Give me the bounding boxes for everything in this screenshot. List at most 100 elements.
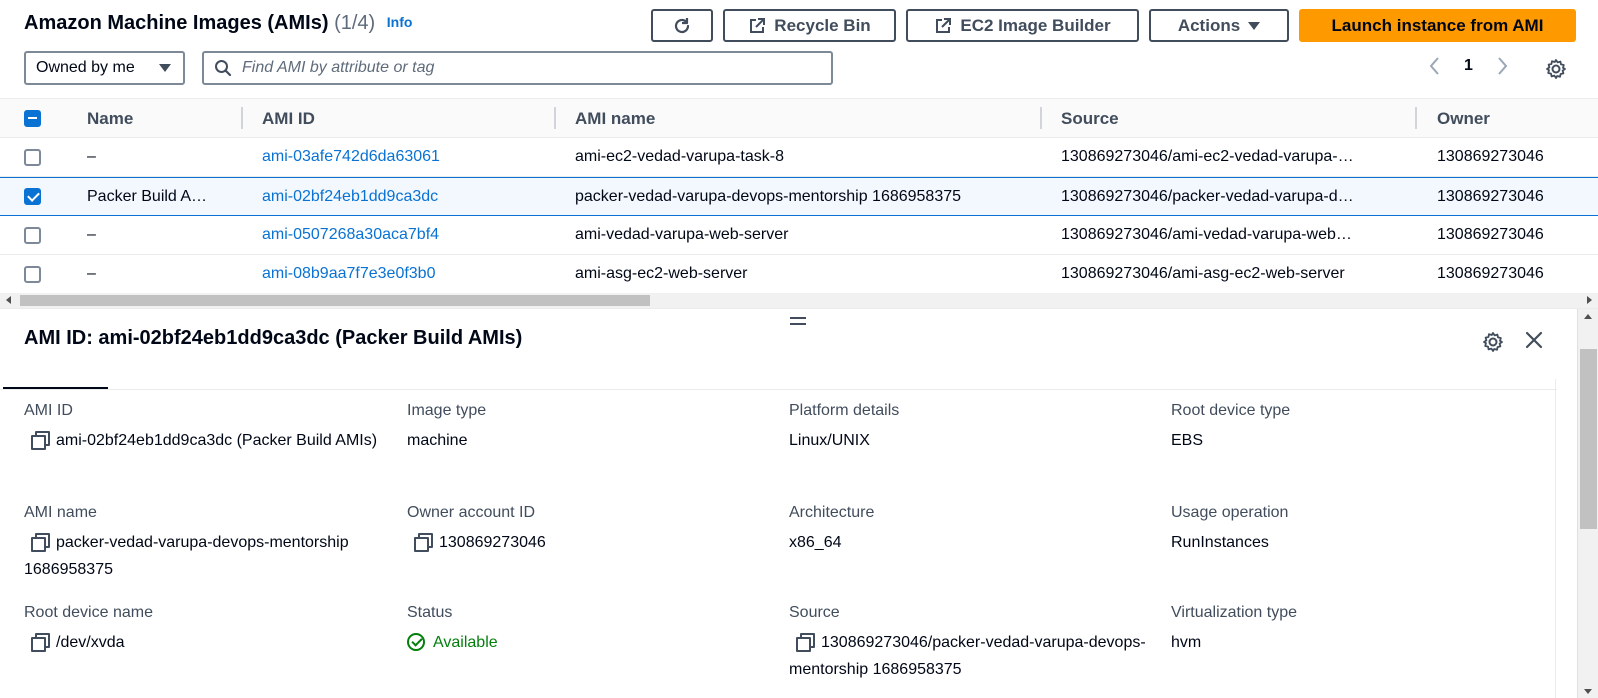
divider: [1555, 379, 1556, 698]
cell-owner: 130869273046: [1437, 148, 1544, 165]
owner-filter-select[interactable]: Owned by me: [24, 51, 185, 85]
launch-instance-button[interactable]: Launch instance from AMI: [1299, 9, 1576, 42]
table-row[interactable]: – ami-03afe742d6da63061 ami-ec2-vedad-va…: [0, 138, 1598, 177]
ec2-image-builder-button[interactable]: EC2 Image Builder: [906, 9, 1139, 42]
field-usage-operation: Usage operation RunInstances: [1171, 503, 1531, 556]
caret-down-icon: [159, 64, 171, 72]
field-value: /dev/xvda: [24, 629, 384, 656]
field-value: x86_64: [789, 534, 842, 551]
horizontal-scrollbar[interactable]: [0, 293, 1598, 308]
column-resizer[interactable]: [241, 107, 243, 129]
cell-source: 130869273046/ami-ec2-vedad-varupa-…: [1061, 148, 1354, 165]
field-value-text: packer-vedad-varupa-devops-mentorship 16…: [24, 534, 349, 578]
scrollbar-thumb[interactable]: [20, 295, 650, 306]
cell-source: 130869273046/ami-vedad-varupa-web…: [1061, 226, 1352, 243]
info-link[interactable]: Info: [387, 14, 413, 30]
column-label: AMI name: [575, 108, 656, 128]
current-page[interactable]: 1: [1464, 57, 1473, 75]
column-header-ami-id[interactable]: AMI ID: [262, 99, 315, 138]
gear-icon[interactable]: [1482, 331, 1504, 353]
cell-ami-id-link[interactable]: ami-08b9aa7f7e3e0f3b0: [262, 255, 547, 293]
cell-source: 130869273046/ami-asg-ec2-web-server: [1061, 265, 1345, 282]
search-icon: [215, 60, 232, 77]
field-root-device-name: Root device name /dev/xvda: [24, 603, 384, 656]
select-all-checkbox[interactable]: [24, 110, 41, 127]
search-placeholder: Find AMI by attribute or tag: [242, 59, 435, 76]
field-value: ami-02bf24eb1dd9ca3dc (Packer Build AMIs…: [24, 427, 384, 454]
row-checkbox[interactable]: [24, 188, 41, 205]
row-checkbox[interactable]: [24, 227, 41, 244]
column-resizer[interactable]: [1040, 107, 1042, 129]
table-row[interactable]: – ami-08b9aa7f7e3e0f3b0 ami-asg-ec2-web-…: [0, 255, 1598, 294]
column-header-owner[interactable]: Owner: [1437, 99, 1490, 138]
chevron-left-icon[interactable]: [1428, 56, 1442, 76]
cell-name: –: [87, 148, 96, 165]
scrollbar-thumb[interactable]: [1580, 349, 1597, 529]
cell-ami-name: ami-vedad-varupa-web-server: [575, 226, 789, 243]
search-input[interactable]: Find AMI by attribute or tag: [202, 51, 833, 85]
field-label: Image type: [407, 402, 487, 419]
cell-name: Packer Build A…: [87, 188, 208, 205]
actions-label: Actions: [1177, 15, 1241, 35]
field-ami-id: AMI ID ami-02bf24eb1dd9ca3dc (Packer Bui…: [24, 401, 384, 454]
details-title: AMI ID: ami-02bf24eb1dd9ca3dc (Packer Bu…: [24, 327, 523, 349]
field-image-type: Image type machine: [407, 401, 767, 454]
recycle-bin-button[interactable]: Recycle Bin: [723, 9, 896, 42]
scroll-up-arrow-icon[interactable]: [1584, 314, 1592, 319]
field-value: Linux/UNIX: [789, 432, 870, 449]
copy-icon[interactable]: [30, 532, 50, 552]
cell-ami-id-link[interactable]: ami-0507268a30aca7bf4: [262, 216, 547, 254]
column-header-source[interactable]: Source: [1061, 99, 1119, 138]
column-resizer[interactable]: [554, 107, 556, 129]
cell-owner: 130869273046: [1437, 226, 1544, 243]
cell-ami-id-link[interactable]: ami-03afe742d6da63061: [262, 138, 547, 176]
field-value-text: /dev/xvda: [56, 634, 125, 651]
close-icon[interactable]: [1524, 330, 1544, 350]
scroll-left-arrow-icon[interactable]: [6, 296, 11, 304]
field-architecture: Architecture x86_64: [789, 503, 1149, 556]
scroll-down-arrow-icon[interactable]: [1584, 689, 1592, 694]
column-header-ami-name[interactable]: AMI name: [575, 99, 655, 138]
cell-ami-name: ami-ec2-vedad-varupa-task-8: [575, 148, 784, 165]
refresh-button[interactable]: [651, 9, 713, 42]
page-title-text: Amazon Machine Images (AMIs): [24, 12, 329, 34]
vertical-scrollbar[interactable]: [1577, 309, 1598, 698]
cell-owner: 130869273046: [1437, 265, 1544, 282]
field-label: Virtualization type: [1171, 604, 1297, 621]
row-checkbox[interactable]: [24, 266, 41, 283]
cell-ami-id-link[interactable]: ami-02bf24eb1dd9ca3dc: [262, 178, 547, 216]
field-virtualization-type: Virtualization type hvm: [1171, 603, 1531, 656]
refresh-icon: [674, 17, 690, 33]
field-value: hvm: [1171, 634, 1202, 651]
copy-icon[interactable]: [30, 430, 50, 450]
table-row[interactable]: – ami-0507268a30aca7bf4 ami-vedad-varupa…: [0, 216, 1598, 255]
field-label: Owner account ID: [407, 504, 536, 521]
column-header-name[interactable]: Name: [87, 99, 133, 138]
actions-dropdown[interactable]: Actions: [1149, 9, 1289, 42]
ec2-image-builder-label: EC2 Image Builder: [960, 15, 1111, 35]
column-resizer[interactable]: [1415, 107, 1417, 129]
drag-handle-icon[interactable]: [790, 317, 806, 325]
table-row[interactable]: Packer Build A… ami-02bf24eb1dd9ca3dc pa…: [0, 177, 1598, 216]
details-split-panel: AMI ID: ami-02bf24eb1dd9ca3dc (Packer Bu…: [0, 308, 1598, 698]
status-badge: Available: [407, 629, 767, 656]
column-label: Owner: [1437, 108, 1490, 128]
gear-icon[interactable]: [1545, 58, 1567, 80]
field-value: machine: [407, 432, 468, 449]
chevron-right-icon[interactable]: [1495, 56, 1509, 76]
table-header: Name AMI ID AMI name Source Owner: [0, 98, 1598, 138]
field-source: Source 130869273046/packer-vedad-varupa-…: [789, 603, 1149, 683]
field-value-text: 130869273046/packer-vedad-varupa-devops-…: [789, 634, 1146, 678]
caret-down-icon: [1248, 21, 1261, 30]
copy-icon[interactable]: [30, 632, 50, 652]
recycle-bin-label: Recycle Bin: [774, 15, 871, 35]
field-label: AMI name: [24, 504, 97, 521]
column-label: Name: [87, 108, 134, 128]
copy-icon[interactable]: [795, 632, 815, 652]
cell-owner: 130869273046: [1437, 188, 1544, 205]
divider: [0, 389, 1557, 390]
scroll-right-arrow-icon[interactable]: [1587, 296, 1592, 304]
row-checkbox[interactable]: [24, 149, 41, 166]
cell-name: –: [87, 265, 96, 282]
copy-icon[interactable]: [413, 532, 433, 552]
